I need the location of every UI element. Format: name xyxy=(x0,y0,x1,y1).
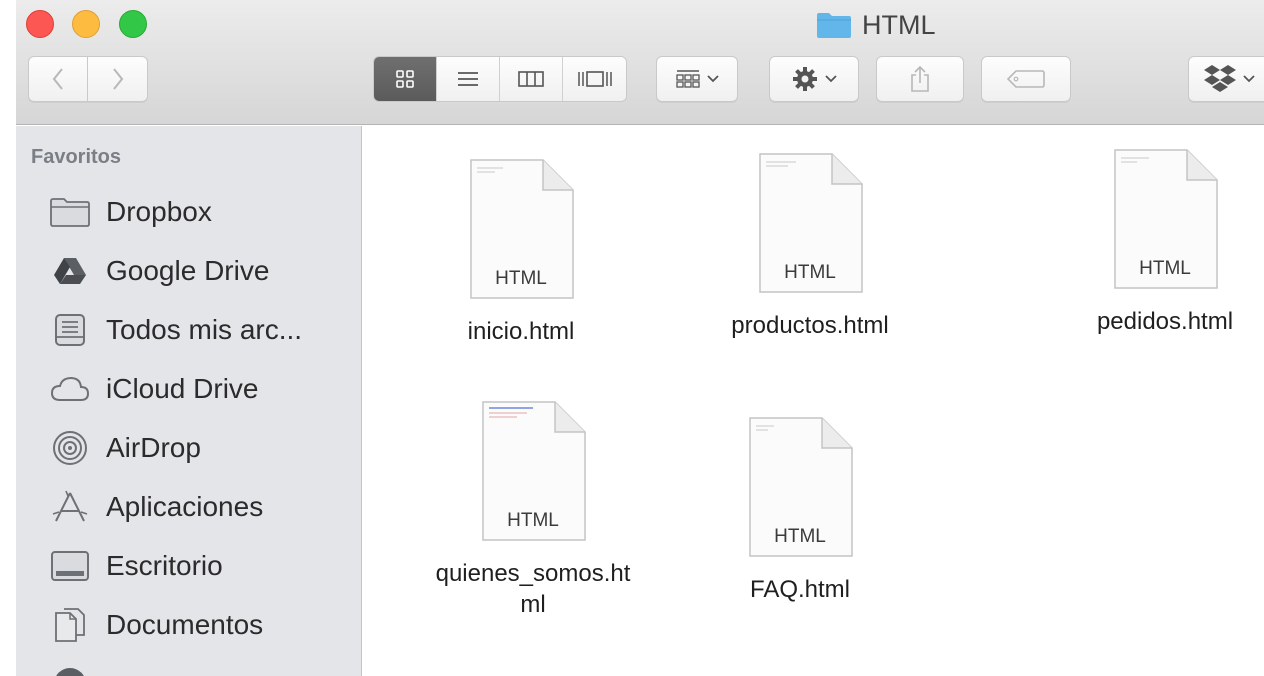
sidebar-item-label: AirDrop xyxy=(106,432,201,463)
file-item[interactable]: HTML productos.html xyxy=(690,152,930,341)
share-button[interactable] xyxy=(876,56,964,102)
file-name: quienes_somos.ht ml xyxy=(435,560,631,619)
sidebar-item-label: Dropbox xyxy=(106,196,212,227)
html-file-icon: HTML xyxy=(1109,148,1221,290)
view-mode-segmented-control xyxy=(373,56,627,102)
sidebar-item-label: Documentos xyxy=(106,609,264,640)
action-button[interactable] xyxy=(769,56,859,102)
sidebar-item-partial[interactable] xyxy=(48,662,92,676)
sidebar: Favoritos Dropbox Google Drive Todos mis… xyxy=(16,126,362,676)
icon-view-button[interactable] xyxy=(374,57,437,101)
sidebar-item-google-drive[interactable]: Google Drive xyxy=(48,249,269,293)
html-file-icon: HTML xyxy=(477,400,589,542)
sidebar-item-desktop[interactable]: Escritorio xyxy=(48,544,223,588)
list-view-button[interactable] xyxy=(437,57,500,101)
file-item[interactable]: HTML inicio.html xyxy=(441,158,601,347)
file-type-label: HTML xyxy=(784,262,836,283)
html-file-icon: HTML xyxy=(744,416,856,558)
file-type-label: HTML xyxy=(774,526,826,547)
arrange-button[interactable] xyxy=(656,56,738,102)
folder-icon xyxy=(48,194,92,230)
chevron-down-icon xyxy=(1243,75,1255,83)
window-title-text: HTML xyxy=(862,9,936,40)
documents-icon xyxy=(48,607,92,643)
sidebar-item-documents[interactable]: Documentos xyxy=(48,603,263,647)
sidebar-item-icloud-drive[interactable]: iCloud Drive xyxy=(48,367,259,411)
file-browser: HTML inicio.html HTML productos.html HTM… xyxy=(363,126,1264,676)
window-title: HTML xyxy=(816,8,936,42)
maximize-window-button[interactable] xyxy=(119,10,147,38)
chevron-left-icon xyxy=(52,68,63,90)
sidebar-item-label: iCloud Drive xyxy=(106,373,259,404)
downloads-icon xyxy=(48,666,92,676)
file-name: pedidos.html xyxy=(1096,308,1234,335)
column-view-icon xyxy=(518,71,544,87)
cloud-icon xyxy=(48,371,92,407)
html-file-icon: HTML xyxy=(754,152,866,294)
cover-flow-button[interactable] xyxy=(563,57,626,101)
sidebar-item-all-files[interactable]: Todos mis arc... xyxy=(48,308,302,352)
sidebar-item-applications[interactable]: Aplicaciones xyxy=(48,485,263,529)
gear-icon xyxy=(793,67,817,91)
tags-button[interactable] xyxy=(981,56,1071,102)
desktop-icon xyxy=(48,548,92,584)
sidebar-item-airdrop[interactable]: AirDrop xyxy=(48,426,201,470)
file-name: productos.html xyxy=(731,312,889,339)
all-files-icon xyxy=(48,312,92,348)
forward-button[interactable] xyxy=(88,56,148,102)
back-button[interactable] xyxy=(28,56,88,102)
sidebar-item-label: Escritorio xyxy=(106,550,223,581)
icon-view-icon xyxy=(396,70,414,88)
share-icon xyxy=(911,65,929,92)
chevron-down-icon xyxy=(825,75,837,83)
chevron-down-icon xyxy=(707,75,719,83)
file-type-label: HTML xyxy=(1139,258,1191,279)
file-item[interactable]: HTML FAQ.html xyxy=(700,416,900,605)
google-drive-icon xyxy=(48,253,92,289)
airdrop-icon xyxy=(48,430,92,466)
minimize-window-button[interactable] xyxy=(72,10,100,38)
dropbox-icon xyxy=(1204,65,1236,92)
cover-flow-icon xyxy=(577,71,612,87)
chevron-right-icon xyxy=(112,68,123,90)
sidebar-item-label: Aplicaciones xyxy=(106,491,264,522)
arrange-grid-icon xyxy=(676,70,700,88)
file-type-label: HTML xyxy=(507,510,559,531)
sidebar-item-label: Todos mis arc... xyxy=(106,314,303,345)
dropbox-button[interactable] xyxy=(1188,56,1264,102)
applications-icon xyxy=(48,489,92,525)
tag-icon xyxy=(1006,70,1045,88)
title-bar: HTML xyxy=(16,0,1264,125)
file-type-label: HTML xyxy=(495,268,547,289)
html-file-icon: HTML xyxy=(465,158,577,300)
file-item[interactable]: HTML quienes_somos.ht ml xyxy=(393,400,673,620)
folder-icon xyxy=(817,13,851,38)
sidebar-heading-favorites: Favoritos xyxy=(31,146,122,168)
sidebar-item-label: Google Drive xyxy=(106,255,270,286)
file-name: FAQ.html xyxy=(749,576,851,603)
list-view-icon xyxy=(458,72,478,86)
finder-window: HTML Favoritos Dropbox Google Drive Todo… xyxy=(16,0,1264,676)
sidebar-item-dropbox[interactable]: Dropbox xyxy=(48,190,212,234)
file-item[interactable]: HTML pedidos.html xyxy=(1065,148,1264,337)
file-name: inicio.html xyxy=(467,318,575,345)
close-window-button[interactable] xyxy=(26,10,54,38)
column-view-button[interactable] xyxy=(500,57,563,101)
